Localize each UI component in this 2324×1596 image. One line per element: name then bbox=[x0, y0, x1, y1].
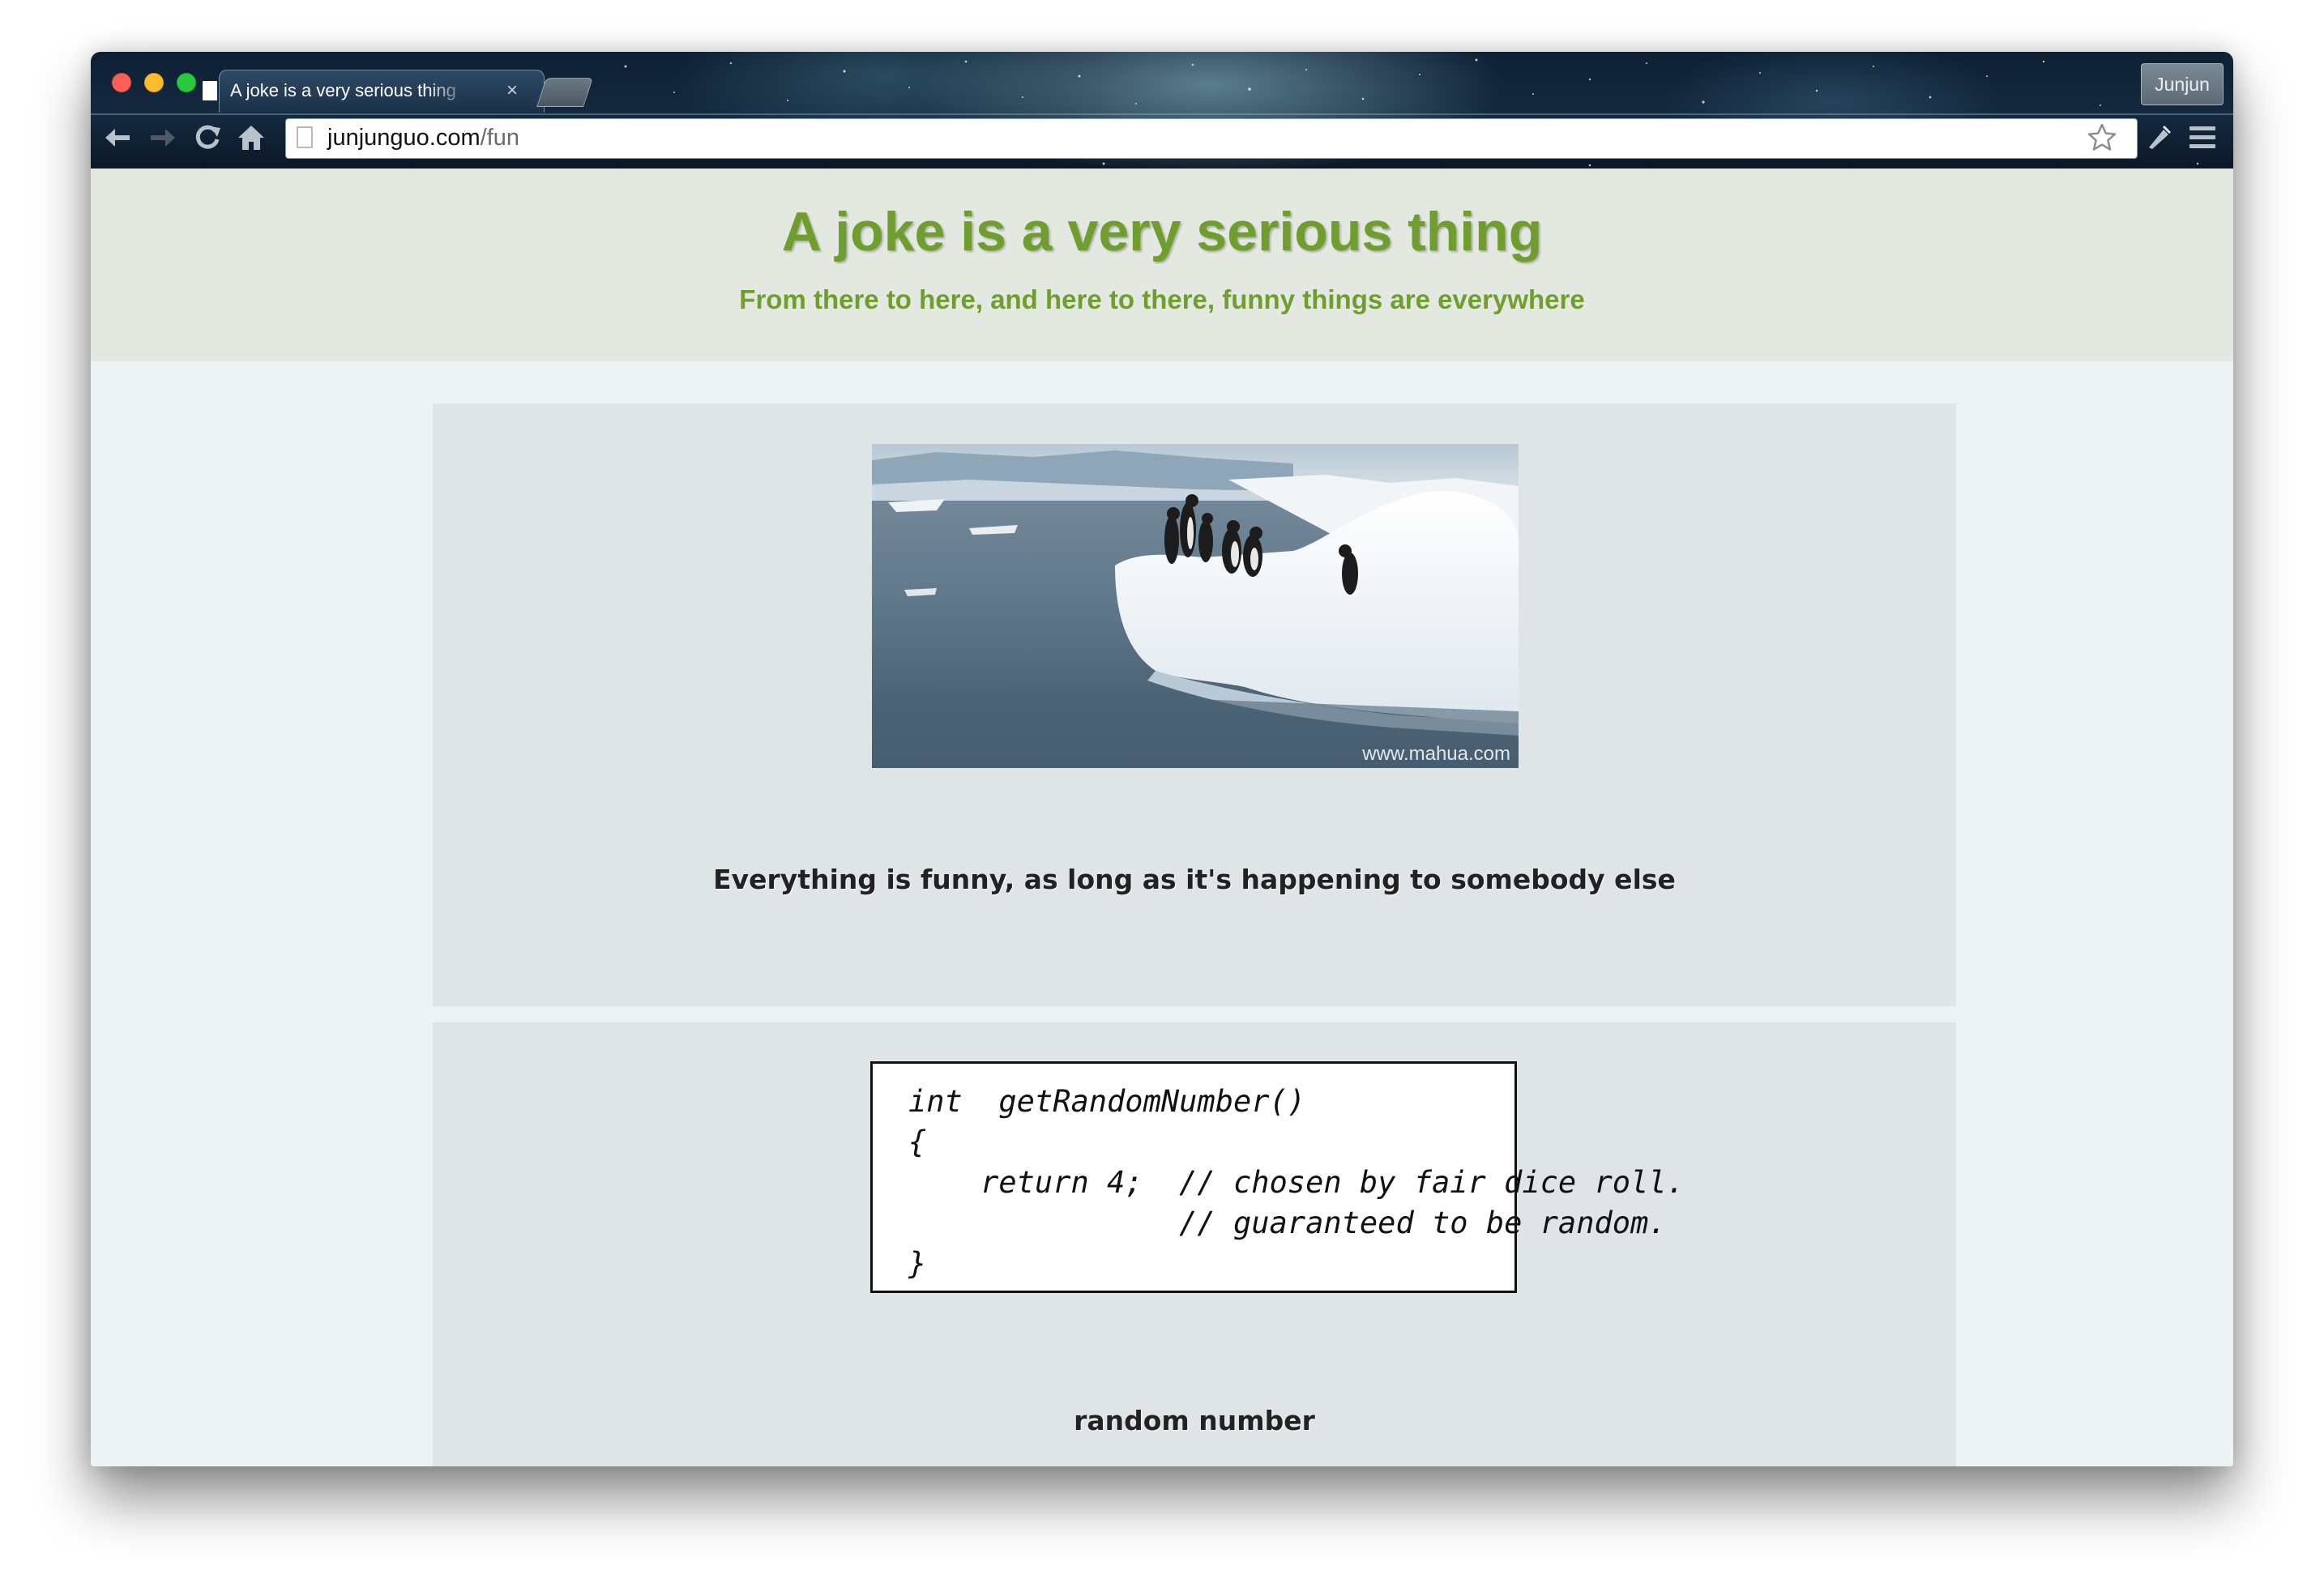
tab-close-button[interactable]: × bbox=[502, 79, 522, 102]
new-tab-button[interactable] bbox=[536, 78, 593, 107]
extension-icon[interactable] bbox=[2144, 123, 2173, 152]
post-caption: random number bbox=[1074, 1405, 1315, 1436]
url-text[interactable]: junjunguo.com/fun bbox=[327, 123, 519, 152]
code-line: { bbox=[908, 1124, 927, 1159]
penguins-on-iceberg-image[interactable]: www.mahua.com bbox=[872, 444, 1519, 768]
bookmark-star-icon[interactable] bbox=[2086, 122, 2118, 154]
code-line: // guaranteed to be random. bbox=[908, 1206, 1667, 1240]
image-watermark: www.mahua.com bbox=[1361, 743, 1510, 765]
reload-icon[interactable] bbox=[191, 122, 224, 154]
menu-icon[interactable] bbox=[2189, 126, 2215, 149]
post-caption: Everything is funny, as long as it's hap… bbox=[713, 864, 1676, 895]
minimize-window-button[interactable] bbox=[144, 73, 164, 92]
comic-code-text: int getRandomNumber() { return 4; // chos… bbox=[908, 1082, 1685, 1284]
joke-card: int getRandomNumber() { return 4; // chos… bbox=[433, 1022, 1956, 1466]
home-icon[interactable] bbox=[235, 122, 267, 154]
close-window-button[interactable] bbox=[112, 73, 131, 92]
code-line: int getRandomNumber() bbox=[908, 1084, 1306, 1119]
site-title: A joke is a very serious thing bbox=[781, 201, 1543, 262]
back-icon[interactable] bbox=[102, 122, 135, 154]
browser-window: A joke is a very serious thing × Junjun … bbox=[91, 52, 2233, 1466]
joke-card: www.mahua.com Everything is funny, as lo… bbox=[433, 403, 1956, 1006]
page-viewport: A joke is a very serious thing From ther… bbox=[91, 169, 2233, 1466]
code-line: return 4; // chosen by fair dice roll. bbox=[908, 1165, 1685, 1200]
toolbar-divider bbox=[91, 113, 2233, 115]
url-path: /fun bbox=[480, 125, 520, 151]
browser-chrome: A joke is a very serious thing × Junjun … bbox=[91, 52, 2233, 169]
zoom-window-button[interactable] bbox=[177, 73, 196, 92]
profile-button[interactable]: Junjun bbox=[2141, 63, 2224, 105]
site-header: A joke is a very serious thing From ther… bbox=[91, 169, 2233, 361]
code-line: } bbox=[908, 1246, 927, 1281]
tab-title[interactable]: A joke is a very serious thing bbox=[230, 79, 473, 102]
xkcd-random-number-comic[interactable]: int getRandomNumber() { return 4; // chos… bbox=[870, 1061, 1685, 1293]
site-subtitle: From there to here, and here to there, f… bbox=[739, 284, 1585, 314]
page-icon bbox=[203, 81, 217, 100]
url-domain: junjunguo.com bbox=[327, 125, 481, 151]
address-bar[interactable] bbox=[285, 118, 2138, 159]
page-info-icon[interactable] bbox=[297, 126, 313, 148]
forward-icon[interactable] bbox=[146, 122, 178, 154]
